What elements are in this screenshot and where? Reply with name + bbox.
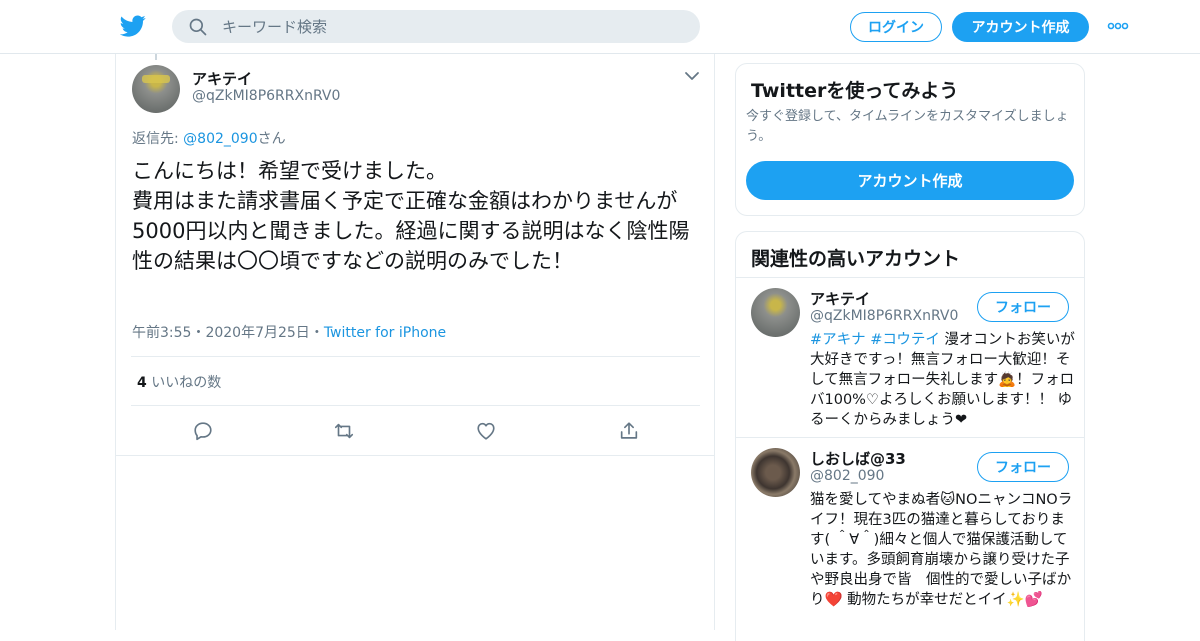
meta-separator: ・ bbox=[191, 325, 206, 341]
related-accounts-title: 関連性の高いアカウント bbox=[751, 248, 961, 270]
account-item[interactable]: アキテイ @qZkMI8P6RRXnRV0 フォロー #アキナ #コウテイ 漫オ… bbox=[736, 278, 1084, 438]
reply-icon[interactable] bbox=[192, 420, 214, 442]
avatar[interactable] bbox=[751, 288, 800, 337]
avatar[interactable] bbox=[132, 65, 180, 113]
thread-connector-line bbox=[155, 54, 157, 60]
login-button[interactable]: ログイン bbox=[850, 12, 942, 42]
divider bbox=[131, 356, 700, 357]
reply-suffix: さん bbox=[257, 131, 286, 147]
meta-separator: ・ bbox=[309, 325, 324, 341]
tweet-date[interactable]: 2020年7月25日 bbox=[205, 325, 309, 341]
reply-to-line: 返信先: @802_090さん bbox=[132, 128, 286, 148]
avatar[interactable] bbox=[751, 448, 800, 497]
search-icon bbox=[189, 18, 207, 36]
signup-card-title: Twitterを使ってみよう bbox=[751, 80, 959, 102]
signup-card-description: 今すぐ登録して、タイムラインをカスタマイズしましょう。 bbox=[746, 109, 1069, 144]
twitter-bird-icon[interactable] bbox=[120, 13, 146, 39]
top-navigation-bar: ログイン アカウント作成 bbox=[0, 0, 1200, 54]
share-icon[interactable] bbox=[618, 420, 640, 442]
related-accounts-card: 関連性の高いアカウント アキテイ @qZkMI8P6RRXnRV0 フォロー #… bbox=[735, 231, 1085, 641]
account-item[interactable]: しおしば@33 @802_090 フォロー 猫を愛してやまぬ者🐱NOニャンコNO… bbox=[736, 438, 1084, 638]
account-name[interactable]: しおしば@33 bbox=[810, 448, 906, 469]
likes-number: 4 bbox=[137, 375, 147, 391]
likes-count[interactable]: 4 いいねの数 bbox=[137, 372, 221, 392]
chevron-down-icon[interactable] bbox=[684, 70, 700, 82]
divider bbox=[131, 405, 700, 406]
like-icon[interactable] bbox=[475, 420, 497, 442]
signup-card: Twitterを使ってみよう 今すぐ登録して、タイムラインをカスタマイズしましょ… bbox=[735, 63, 1085, 216]
follow-button[interactable]: フォロー bbox=[977, 452, 1069, 482]
author-name[interactable]: アキテイ bbox=[192, 68, 252, 89]
author-handle[interactable]: @qZkMI8P6RRXnRV0 bbox=[192, 88, 340, 104]
reply-mention-link[interactable]: @802_090 bbox=[183, 131, 257, 147]
tweet-detail-column: アキテイ @qZkMI8P6RRXnRV0 返信先: @802_090さん こん… bbox=[115, 54, 715, 630]
account-bio: #アキナ #コウテイ 漫オコントお笑いが大好きですっ！無言フォロー大歓迎！そして… bbox=[810, 330, 1076, 430]
search-input[interactable] bbox=[222, 10, 682, 43]
more-dots-icon[interactable] bbox=[1107, 19, 1129, 33]
tweet-source-link[interactable]: Twitter for iPhone bbox=[324, 325, 446, 341]
search-box[interactable] bbox=[172, 10, 700, 43]
retweet-icon[interactable] bbox=[333, 420, 355, 442]
tweet-time[interactable]: 午前3:55 bbox=[132, 325, 191, 341]
account-name[interactable]: アキテイ bbox=[810, 288, 870, 309]
account-bio: 猫を愛してやまぬ者🐱NOニャンコNOライフ！現在3匹の猫達と暮らしております( … bbox=[810, 492, 1073, 608]
hashtag-links[interactable]: #アキナ #コウテイ bbox=[810, 332, 940, 348]
follow-button[interactable]: フォロー bbox=[977, 292, 1069, 322]
divider bbox=[116, 455, 714, 456]
tweet-metadata: 午前3:55・2020年7月25日・Twitter for iPhone bbox=[132, 322, 446, 342]
create-account-button[interactable]: アカウント作成 bbox=[746, 161, 1074, 200]
signup-button[interactable]: アカウント作成 bbox=[952, 12, 1089, 42]
account-handle[interactable]: @802_090 bbox=[810, 468, 884, 484]
reply-prefix: 返信先: bbox=[132, 131, 184, 147]
account-handle[interactable]: @qZkMI8P6RRXnRV0 bbox=[810, 308, 958, 324]
tweet-text: こんにちは！希望で受けました。 費用はまた請求書届く予定で正確な金額はわかりませ… bbox=[132, 159, 690, 273]
likes-label: いいねの数 bbox=[146, 375, 222, 391]
